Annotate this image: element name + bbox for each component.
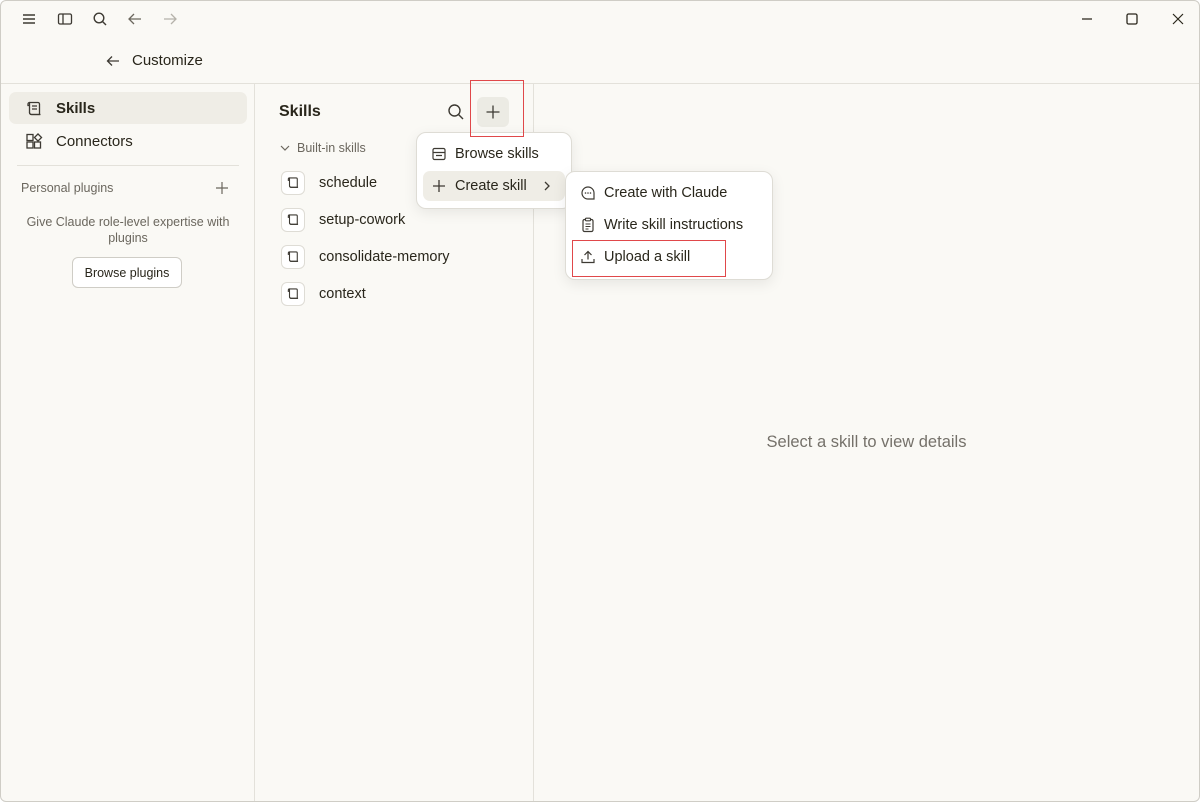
plugins-description: Give Claude role-level expertise with pl… xyxy=(26,215,230,245)
back-arrow-icon[interactable] xyxy=(123,7,147,31)
skills-panel-title: Skills xyxy=(279,103,321,120)
store-icon xyxy=(431,146,447,162)
menu-item-create-skill[interactable]: Create skill xyxy=(423,171,565,201)
app-window: Customize Skills Connectors Personal plu… xyxy=(0,0,1200,802)
scroll-icon xyxy=(281,282,305,306)
menu-icon[interactable] xyxy=(17,7,41,31)
maximize-icon[interactable] xyxy=(1120,7,1144,31)
sidebar-toggle-icon[interactable] xyxy=(53,7,77,31)
menu-item-label: Upload a skill xyxy=(604,249,691,265)
plus-icon xyxy=(431,178,447,194)
sidebar-item-label: Skills xyxy=(56,99,96,117)
scroll-icon xyxy=(281,245,305,269)
chevron-right-icon xyxy=(541,180,553,192)
upload-icon xyxy=(580,249,596,265)
sidebar: Skills Connectors Personal plugins Give … xyxy=(1,84,255,801)
minimize-icon[interactable] xyxy=(1075,7,1099,31)
page-title: Customize xyxy=(132,52,203,69)
menu-item-label: Create skill xyxy=(455,178,527,194)
menu-item-label: Create with Claude xyxy=(604,185,728,201)
built-in-skills-label[interactable]: Built-in skills xyxy=(297,141,366,155)
chat-bubble-icon xyxy=(580,185,596,201)
skill-label: consolidate-memory xyxy=(319,249,450,265)
skill-label: setup-cowork xyxy=(319,212,406,228)
add-plugin-icon[interactable] xyxy=(213,179,231,197)
clipboard-icon xyxy=(580,217,596,233)
connectors-icon xyxy=(25,133,43,151)
sidebar-divider xyxy=(17,165,239,166)
menu-item-label: Browse skills xyxy=(455,146,539,162)
skill-label: schedule xyxy=(319,175,378,191)
sidebar-item-connectors[interactable]: Connectors xyxy=(9,125,247,157)
create-skill-submenu: Create with Claude Write skill instructi… xyxy=(565,171,773,280)
close-icon[interactable] xyxy=(1166,7,1190,31)
sidebar-item-label: Connectors xyxy=(56,132,133,150)
back-arrow-icon[interactable] xyxy=(103,51,123,71)
chevron-down-icon[interactable] xyxy=(279,142,291,154)
menu-item-create-with-claude[interactable]: Create with Claude xyxy=(572,178,766,208)
add-skill-menu: Browse skills Create skill xyxy=(416,132,572,209)
menu-item-label: Write skill instructions xyxy=(604,217,744,233)
skill-label: context xyxy=(319,286,366,302)
add-skill-button[interactable] xyxy=(477,97,509,127)
sidebar-item-skills[interactable]: Skills xyxy=(9,92,247,124)
scroll-icon xyxy=(281,208,305,232)
scroll-icon xyxy=(25,100,43,118)
scroll-icon xyxy=(281,171,305,195)
plus-icon xyxy=(486,105,500,119)
search-icon[interactable] xyxy=(445,101,467,123)
forward-arrow-icon[interactable] xyxy=(158,7,182,31)
personal-plugins-label: Personal plugins xyxy=(21,181,114,195)
menu-item-write-skill-instructions[interactable]: Write skill instructions xyxy=(572,210,766,240)
detail-empty-message: Select a skill to view details xyxy=(766,433,967,451)
menu-item-upload-skill[interactable]: Upload a skill xyxy=(572,242,766,272)
browse-plugins-button[interactable]: Browse plugins xyxy=(72,257,182,288)
search-icon[interactable] xyxy=(88,7,112,31)
menu-item-browse-skills[interactable]: Browse skills xyxy=(423,139,565,169)
